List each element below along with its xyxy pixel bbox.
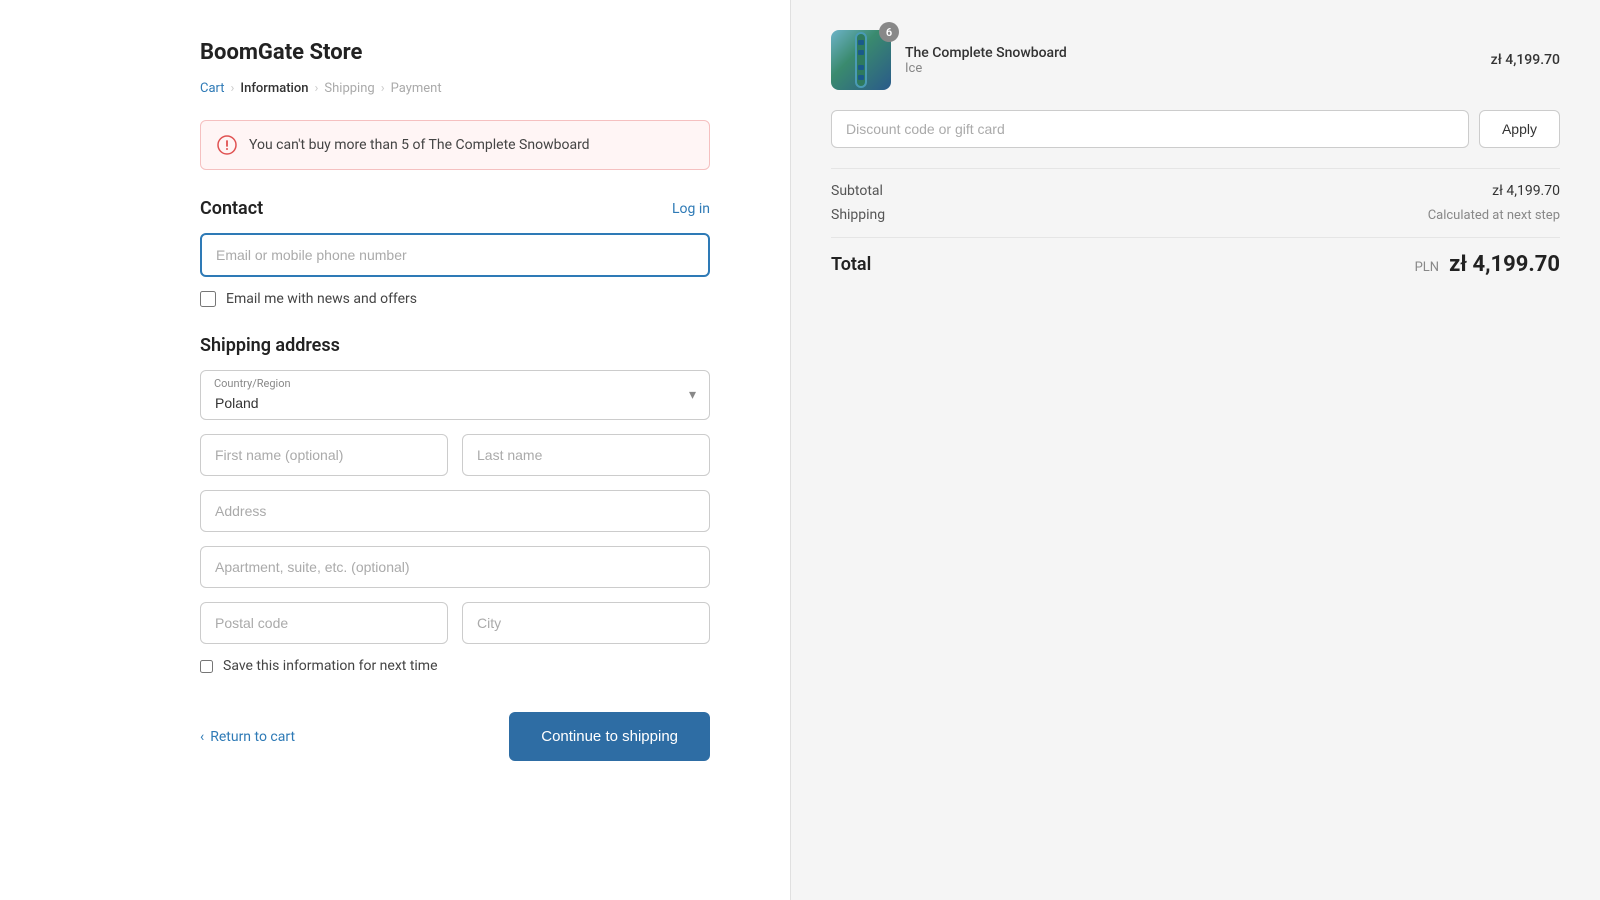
- snowboard-svg: [841, 30, 881, 90]
- return-to-cart-link[interactable]: ‹ Return to cart: [200, 729, 295, 745]
- store-title: BoomGate Store: [200, 40, 710, 65]
- total-row: Total PLN zł 4,199.70: [831, 252, 1560, 277]
- postal-city-row: [200, 602, 710, 644]
- divider-1: [831, 168, 1560, 169]
- shipping-note: Calculated at next step: [1428, 208, 1560, 223]
- news-checkbox-label[interactable]: Email me with news and offers: [226, 291, 417, 307]
- total-value: zł 4,199.70: [1449, 252, 1560, 277]
- product-info: The Complete Snowboard Ice: [905, 45, 1477, 76]
- subtotal-row: Subtotal zł 4,199.70: [831, 183, 1560, 199]
- product-name: The Complete Snowboard: [905, 45, 1477, 61]
- last-name-input[interactable]: [462, 434, 710, 476]
- product-row: 6 The Complete Snowboard Ice zł 4,199.70: [831, 30, 1560, 90]
- left-panel: BoomGate Store Cart › Information › Ship…: [0, 0, 790, 900]
- contact-section-title: Contact: [200, 198, 263, 219]
- postal-code-input[interactable]: [200, 602, 448, 644]
- save-info-row: Save this information for next time: [200, 658, 710, 674]
- product-variant: Ice: [905, 61, 1477, 76]
- continue-to-shipping-button[interactable]: Continue to shipping: [509, 712, 710, 761]
- product-price: zł 4,199.70: [1491, 52, 1560, 68]
- shipping-label: Shipping: [831, 207, 885, 223]
- country-select-wrapper: Country/Region Poland ▾: [200, 370, 710, 420]
- total-label: Total: [831, 254, 871, 275]
- breadcrumb-sep-3: ›: [381, 81, 385, 96]
- breadcrumb-payment: Payment: [391, 81, 442, 96]
- discount-row: Apply: [831, 110, 1560, 148]
- product-image-wrapper: 6: [831, 30, 891, 90]
- country-label: Country/Region: [214, 377, 291, 390]
- breadcrumb-sep-1: ›: [231, 81, 235, 96]
- total-currency: PLN: [1415, 260, 1439, 275]
- product-badge: 6: [879, 22, 899, 42]
- first-name-input[interactable]: [200, 434, 448, 476]
- shipping-row: Shipping Calculated at next step: [831, 207, 1560, 223]
- alert-icon: [217, 135, 237, 155]
- breadcrumb-cart[interactable]: Cart: [200, 81, 225, 96]
- contact-header: Contact Log in: [200, 198, 710, 219]
- discount-input[interactable]: [831, 110, 1469, 148]
- apartment-input[interactable]: [200, 546, 710, 588]
- news-checkbox[interactable]: [200, 291, 216, 307]
- name-row: [200, 434, 710, 476]
- breadcrumb: Cart › Information › Shipping › Payment: [200, 81, 710, 96]
- log-in-link[interactable]: Log in: [672, 201, 710, 217]
- shipping-section-title: Shipping address: [200, 335, 710, 356]
- email-input[interactable]: [200, 233, 710, 277]
- alert-text: You can't buy more than 5 of The Complet…: [249, 137, 590, 153]
- apply-button[interactable]: Apply: [1479, 110, 1560, 148]
- breadcrumb-sep-2: ›: [315, 81, 319, 96]
- save-info-label[interactable]: Save this information for next time: [223, 658, 438, 674]
- alert-box: You can't buy more than 5 of The Complet…: [200, 120, 710, 170]
- subtotal-label: Subtotal: [831, 183, 883, 199]
- subtotal-value: zł 4,199.70: [1492, 183, 1560, 199]
- return-label: Return to cart: [210, 729, 295, 745]
- divider-2: [831, 237, 1560, 238]
- right-panel: 6 The Complete Snowboard Ice zł 4,199.70…: [790, 0, 1600, 900]
- footer-actions: ‹ Return to cart Continue to shipping: [200, 712, 710, 761]
- city-input[interactable]: [462, 602, 710, 644]
- breadcrumb-shipping: Shipping: [324, 81, 374, 96]
- address-input[interactable]: [200, 490, 710, 532]
- total-amount: PLN zł 4,199.70: [1415, 252, 1560, 277]
- news-checkbox-row: Email me with news and offers: [200, 291, 710, 307]
- chevron-left-icon: ‹: [200, 729, 204, 745]
- breadcrumb-information: Information: [240, 81, 308, 96]
- save-info-checkbox[interactable]: [200, 660, 213, 673]
